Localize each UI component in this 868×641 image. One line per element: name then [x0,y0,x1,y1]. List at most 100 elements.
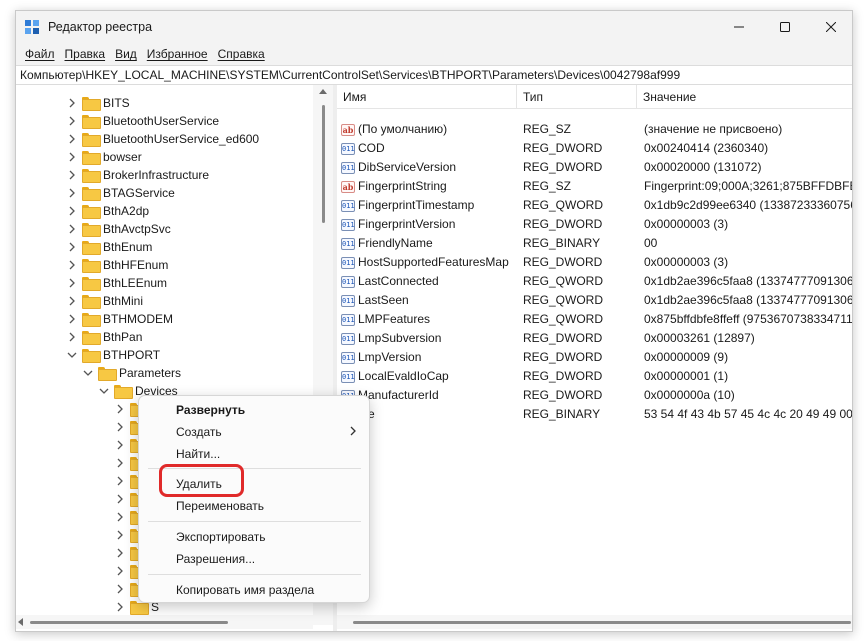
value-row[interactable]: 011 COD REG_DWORD 0x00240414 (2360340) [337,139,852,158]
column-header-name[interactable]: Имя [337,85,517,109]
menu-item-rename[interactable]: Переименовать [176,497,264,515]
chevron-right-icon[interactable] [66,187,78,199]
tree-item[interactable]: BrokerInfrastructure [66,166,209,184]
menu-help[interactable]: Справка [213,47,270,61]
chevron-right-icon[interactable] [66,205,78,217]
tree-item[interactable]: BthHFEnum [66,256,168,274]
chevron-right-icon[interactable] [114,421,126,433]
tree-item[interactable]: BthA2dp [66,202,149,220]
chevron-right-icon[interactable] [66,115,78,127]
menu-file[interactable]: Файл [20,47,60,61]
chevron-right-icon[interactable] [66,223,78,235]
column-header-type[interactable]: Тип [517,85,637,109]
menu-item-permissions[interactable]: Разрешения... [176,550,255,568]
tree-horizontal-scroll-thumb[interactable] [30,621,228,624]
chevron-right-icon[interactable] [114,547,126,559]
binary-value-icon: 011 [341,370,355,383]
chevron-right-icon[interactable] [66,313,78,325]
value-data: 0x00020000 (131072) [644,160,762,174]
menu-bar: Файл Правка Вид Избранное Справка [16,43,852,65]
maximize-button[interactable] [762,11,808,43]
tree-item[interactable]: BITS [66,94,130,112]
scroll-up-icon[interactable] [319,89,327,94]
chevron-right-icon[interactable] [66,133,78,145]
value-row[interactable]: 011 FingerprintTimestamp REG_QWORD 0x1db9c2… [337,196,852,215]
chevron-right-icon[interactable] [114,565,126,577]
tree-item-label: BTAGService [103,186,175,200]
tree-item[interactable]: bowser [66,148,142,166]
column-header-data[interactable]: Значение [637,85,852,109]
menu-favorites[interactable]: Избранное [142,47,213,61]
chevron-right-icon[interactable] [114,511,126,523]
tree-item[interactable]: BthEnum [66,238,152,256]
chevron-right-icon[interactable] [66,97,78,109]
binary-value-icon: 011 [341,142,355,155]
tree-item[interactable]: BTAGService [66,184,175,202]
value-row[interactable]: 011 FingerprintVersion REG_DWORD 0x00000003… [337,215,852,234]
folder-icon [82,187,101,201]
menu-item-copy-key-name[interactable]: Копировать имя раздела [176,581,314,599]
value-row[interactable]: 011 LocalEvaldIoCap REG_DWORD 0x00000001 (1… [337,367,852,386]
tree-item[interactable]: BthMini [66,292,143,310]
scroll-left-icon[interactable] [18,618,23,626]
value-row[interactable]: 011 LastSeen REG_QWORD 0x1db2ae396c5faa8 (1… [337,291,853,310]
tree-item[interactable]: BthLEEnum [66,274,167,292]
value-row[interactable]: 011 LmpVersion REG_DWORD 0x00000009 (9) [337,348,852,367]
address-bar[interactable]: Компьютер\HKEY_LOCAL_MACHINE\SYSTEM\Curr… [16,65,852,85]
value-row[interactable]: ab (По умолчанию) REG_SZ (значение не присв… [337,120,852,139]
list-horizontal-scroll-thumb[interactable] [353,621,851,624]
chevron-right-icon[interactable] [114,475,126,487]
tree-item[interactable]: BluetoothUserService [66,112,219,130]
tree-item[interactable]: BTHMODEM [66,310,173,328]
chevron-right-icon[interactable] [66,295,78,307]
chevron-right-icon[interactable] [114,493,126,505]
list-horizontal-scrollbar[interactable] [337,615,852,629]
menu-item-expand[interactable]: Развернуть [176,401,245,419]
chevron-right-icon[interactable] [66,169,78,181]
chevron-right-icon[interactable] [114,457,126,469]
menu-item-export[interactable]: Экспортировать [176,528,266,546]
value-row[interactable]: 011ManufacturerIdREG_DWORD0x0000000a (10… [337,386,852,405]
chevron-right-icon[interactable] [66,259,78,271]
tree-item-label: BTHPORT [103,348,161,362]
value-type: REG_DWORD [523,350,603,364]
minimize-button[interactable] [716,11,762,43]
chevron-right-icon[interactable] [66,331,78,343]
chevron-down-icon[interactable] [82,367,94,379]
chevron-down-icon[interactable] [98,385,110,397]
value-row[interactable]: 011 LastConnected REG_QWORD 0x1db2ae396c5fa… [337,272,852,291]
chevron-right-icon[interactable] [114,403,126,415]
value-data: 0x1db2ae396c5faa8 (133747770913061548) [644,293,853,307]
value-type: REG_DWORD [523,160,603,174]
chevron-right-icon[interactable] [66,241,78,253]
menu-item-find[interactable]: Найти... [176,445,220,463]
chevron-right-icon[interactable] [114,583,126,595]
chevron-right-icon[interactable] [114,601,126,613]
tree-item[interactable]: BTHPORT [66,346,160,364]
tree-item[interactable]: BluetoothUserService_ed600 [66,130,259,148]
chevron-right-icon[interactable] [114,529,126,541]
menu-edit[interactable]: Правка [60,47,111,61]
chevron-right-icon[interactable] [66,151,78,163]
value-type: REG_SZ [523,179,572,193]
value-row[interactable]: 011 LMPFeatures REG_QWORD 0x875bffdbfe8ffef… [337,310,852,329]
tree-item[interactable]: BthPan [66,328,142,346]
value-row[interactable]: 011meREG_BINARY53 54 4f 43 4b 57 45 4c 4… [337,405,852,424]
tree-item[interactable]: BthAvctpSvc [66,220,171,238]
value-row[interactable]: 011 HostSupportedFeaturesMap REG_DWORD 0x00… [337,253,852,272]
tree-horizontal-scrollbar[interactable] [16,615,313,629]
value-row[interactable]: ab FingerprintString REG_SZ Fingerprint:09;… [337,177,852,196]
value-row[interactable]: 011 LmpSubversion REG_DWORD 0x00003261 (128… [337,329,852,348]
value-row[interactable]: 011 FriendlyName REG_BINARY 00 [337,234,852,253]
tree-vertical-scroll-thumb[interactable] [322,105,325,223]
binary-value-icon: 011 [341,237,355,250]
value-row[interactable]: 011 DibServiceVersion REG_DWORD 0x00020000 … [337,158,852,177]
chevron-right-icon[interactable] [114,439,126,451]
menu-item-create[interactable]: Создать [176,423,222,441]
menu-view[interactable]: Вид [110,47,142,61]
close-button[interactable] [808,11,852,43]
chevron-down-icon[interactable] [66,349,78,361]
tree-item-parameters[interactable]: Parameters [82,364,181,382]
chevron-right-icon[interactable] [66,277,78,289]
value-data: 0x00240414 (2360340) [644,141,769,155]
